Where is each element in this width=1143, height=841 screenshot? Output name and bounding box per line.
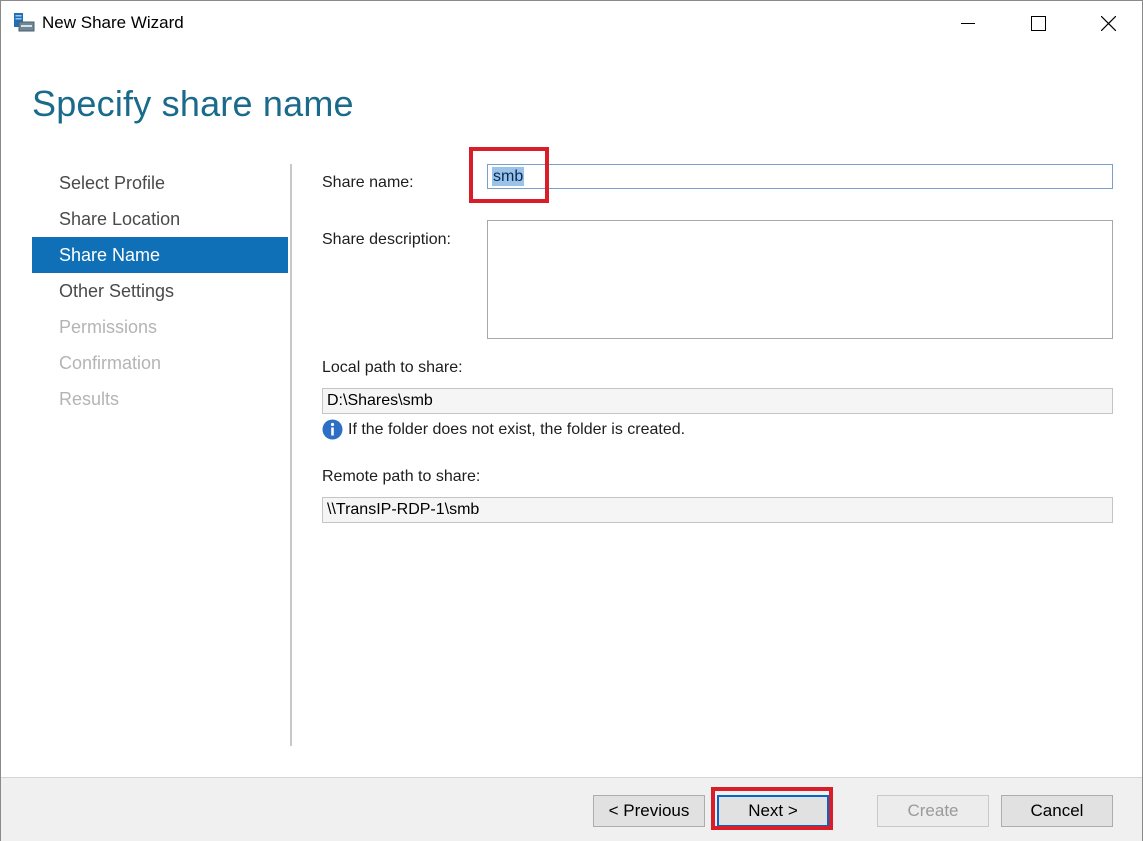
nav-item-other-settings[interactable]: Other Settings [32, 273, 288, 309]
minimize-button[interactable] [933, 1, 1003, 46]
wizard-window: New Share Wizard Specify share name Sele… [0, 0, 1143, 841]
window-title: New Share Wizard [42, 13, 184, 32]
server-share-icon [13, 12, 35, 32]
share-description-label: Share description: [322, 231, 451, 248]
nav-item-results: Results [59, 389, 120, 409]
nav-divider [290, 164, 292, 746]
highlight-box-share-name [469, 147, 549, 203]
page-title: Specify share name [32, 83, 354, 124]
close-icon [1101, 16, 1116, 31]
nav-item-share-location[interactable]: Share Location [32, 201, 288, 237]
maximize-button[interactable] [1003, 1, 1073, 46]
nav-item-share-name[interactable]: Share Name [32, 237, 288, 273]
local-path-field[interactable]: D:\Shares\smb [322, 388, 1113, 414]
nav-item-permissions: Permissions [59, 317, 158, 337]
share-name-input[interactable]: smb [487, 164, 1113, 189]
title-bar: New Share Wizard [1, 1, 1142, 46]
wizard-steps-nav: Select Profile Share Location Share Name… [32, 165, 288, 417]
previous-button[interactable]: < Previous [593, 795, 705, 827]
create-button: Create [877, 795, 989, 827]
local-path-label: Local path to share: [322, 359, 463, 376]
info-icon [322, 419, 343, 440]
remote-path-label: Remote path to share: [322, 468, 481, 485]
highlight-box-next [711, 787, 833, 830]
close-button[interactable] [1073, 1, 1143, 46]
nav-item-confirmation: Confirmation [59, 353, 162, 373]
share-name-label: Share name: [322, 174, 414, 191]
info-text: If the folder does not exist, the folder… [348, 421, 686, 438]
remote-path-field[interactable]: \\TransIP-RDP-1\smb [322, 497, 1113, 523]
nav-item-select-profile[interactable]: Select Profile [32, 165, 288, 201]
cancel-button[interactable]: Cancel [1001, 795, 1113, 827]
maximize-icon [1031, 16, 1046, 31]
minimize-icon [961, 23, 975, 24]
share-description-input[interactable] [487, 220, 1113, 339]
